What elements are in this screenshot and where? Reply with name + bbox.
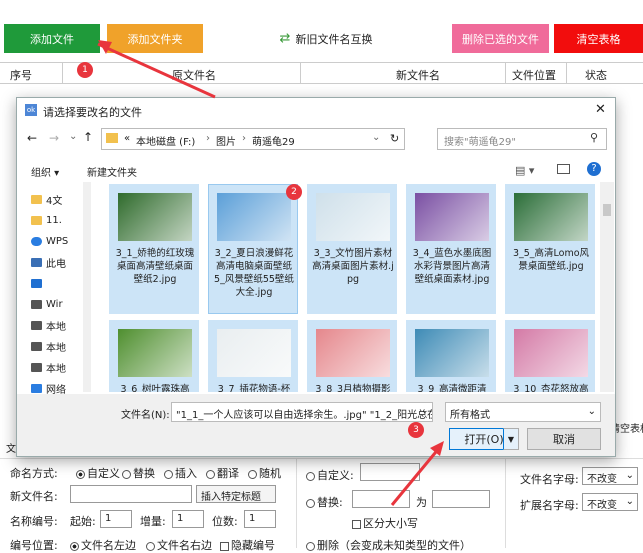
- step-badge-3: 3: [408, 422, 424, 438]
- annotation-arrows: [97, 40, 444, 506]
- step-badge-2: 2: [286, 184, 302, 200]
- step-badge-1: 1: [77, 62, 93, 78]
